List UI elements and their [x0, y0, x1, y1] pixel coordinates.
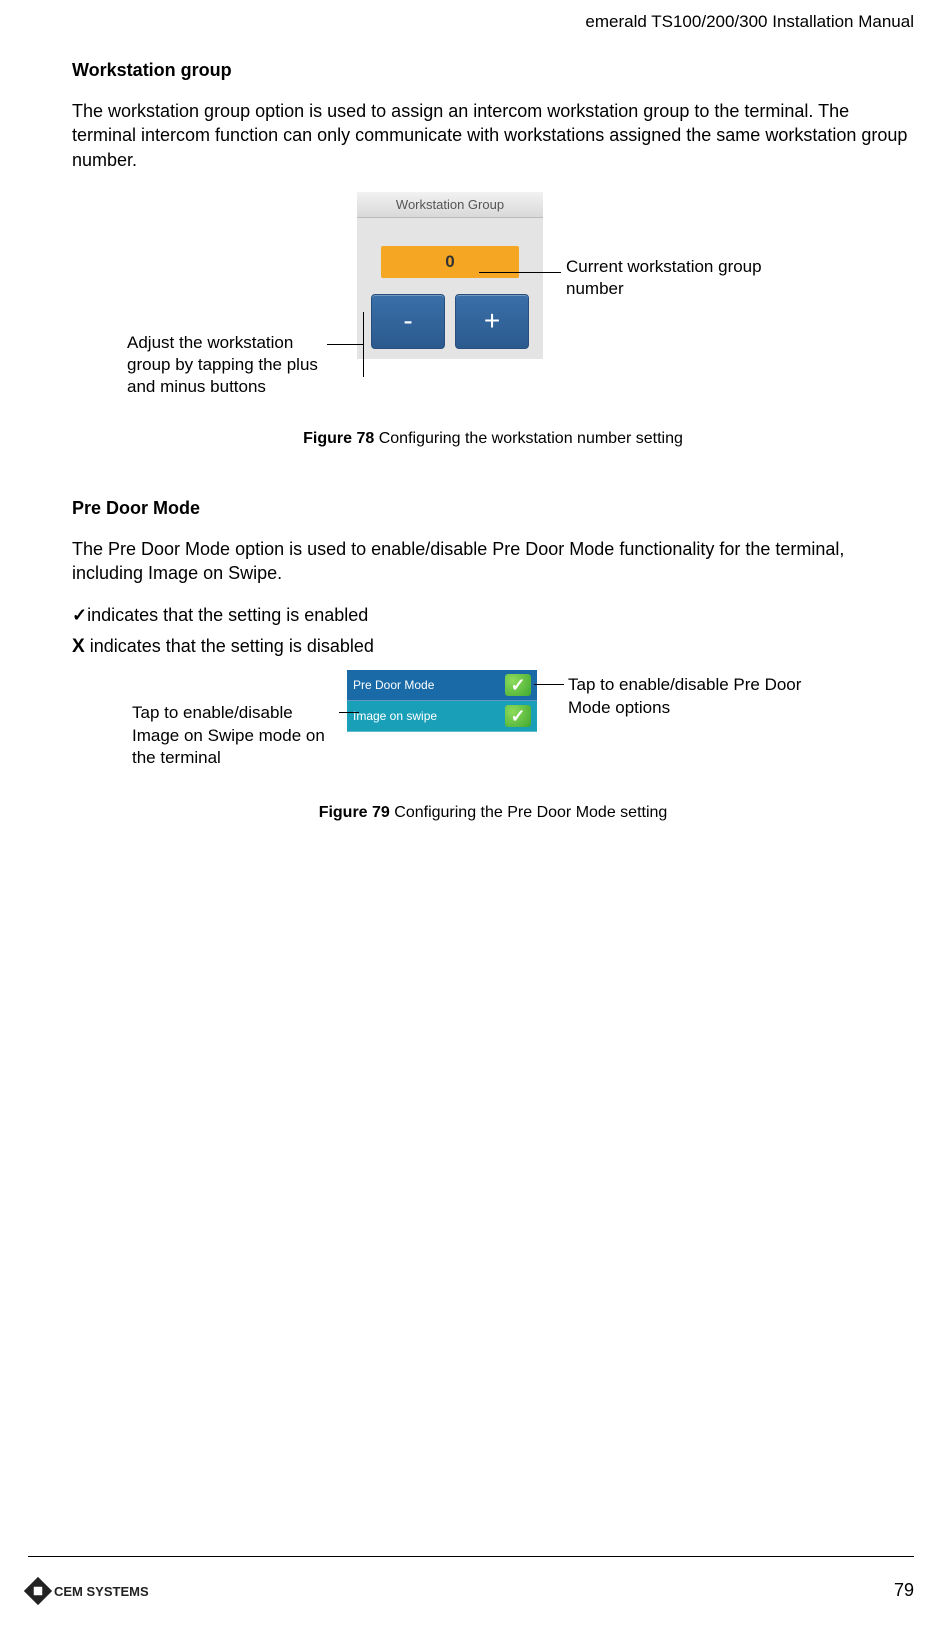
- check-icon: ✓: [505, 705, 531, 727]
- workstation-group-value: 0: [381, 246, 519, 278]
- workstation-group-panel: Workstation Group 0 - +: [357, 192, 543, 359]
- callout-line: [363, 312, 364, 377]
- figure-78-caption-text: Configuring the workstation number setti…: [374, 430, 683, 447]
- figure-78: Workstation Group 0 - + Adjust the works…: [72, 192, 914, 422]
- workstation-group-buttons: - +: [371, 294, 529, 349]
- callout-image-on-swipe: Tap to enable/disable Image on Swipe mod…: [132, 702, 342, 768]
- cem-logo-icon: [24, 1577, 52, 1605]
- footer-logo: CEM SYSTEMS: [28, 1581, 149, 1601]
- callout-adjust-buttons: Adjust the workstation group by tapping …: [127, 332, 327, 398]
- minus-button[interactable]: -: [371, 294, 445, 349]
- pre-door-mode-row-label: Pre Door Mode: [353, 678, 434, 692]
- check-icon: ✓: [505, 674, 531, 696]
- footer-divider: [28, 1556, 914, 1557]
- figure-79-caption: Figure 79 Configuring the Pre Door Mode …: [72, 804, 914, 822]
- page-content: Workstation group The workstation group …: [72, 60, 914, 822]
- workstation-group-panel-body: 0 - +: [357, 218, 543, 359]
- figure-78-label: Figure 78: [303, 430, 374, 447]
- figure-79-label: Figure 79: [319, 804, 390, 821]
- callout-line: [479, 272, 561, 273]
- workstation-group-panel-title: Workstation Group: [357, 192, 543, 218]
- section2-paragraph: The Pre Door Mode option is used to enab…: [72, 537, 914, 586]
- disabled-indicator-line: X indicates that the setting is disabled: [72, 636, 914, 658]
- figure-79-caption-text: Configuring the Pre Door Mode setting: [390, 804, 667, 821]
- figure-79: Pre Door Mode ✓ Image on swipe ✓ Tap to …: [72, 670, 914, 800]
- enabled-indicator-line: ✓indicates that the setting is enabled: [72, 605, 914, 626]
- image-on-swipe-row[interactable]: Image on swipe ✓: [347, 701, 537, 732]
- x-icon: X: [72, 636, 85, 657]
- callout-pre-door-mode: Tap to enable/disable Pre Door Mode opti…: [568, 674, 808, 718]
- document-header-title: emerald TS100/200/300 Installation Manua…: [585, 12, 914, 32]
- section1-paragraph: The workstation group option is used to …: [72, 99, 914, 172]
- disabled-indicator-text: indicates that the setting is disabled: [85, 636, 374, 656]
- section-heading-workstation-group: Workstation group: [72, 60, 914, 81]
- pre-door-mode-panel: Pre Door Mode ✓ Image on swipe ✓: [347, 670, 537, 732]
- image-on-swipe-row-label: Image on swipe: [353, 709, 437, 723]
- callout-line: [327, 344, 363, 345]
- callout-line: [339, 712, 359, 713]
- callout-line: [534, 684, 564, 685]
- pre-door-mode-row[interactable]: Pre Door Mode ✓: [347, 670, 537, 701]
- section-heading-pre-door-mode: Pre Door Mode: [72, 498, 914, 519]
- section-pre-door-mode: Pre Door Mode The Pre Door Mode option i…: [72, 498, 914, 823]
- callout-current-number: Current workstation group number: [566, 256, 766, 300]
- page-number: 79: [894, 1580, 914, 1601]
- enabled-indicator-text: indicates that the setting is enabled: [87, 605, 368, 625]
- figure-78-caption: Figure 78 Configuring the workstation nu…: [72, 430, 914, 448]
- plus-button[interactable]: +: [455, 294, 529, 349]
- check-icon: ✓: [72, 605, 87, 625]
- footer-logo-text: CEM SYSTEMS: [54, 1584, 149, 1599]
